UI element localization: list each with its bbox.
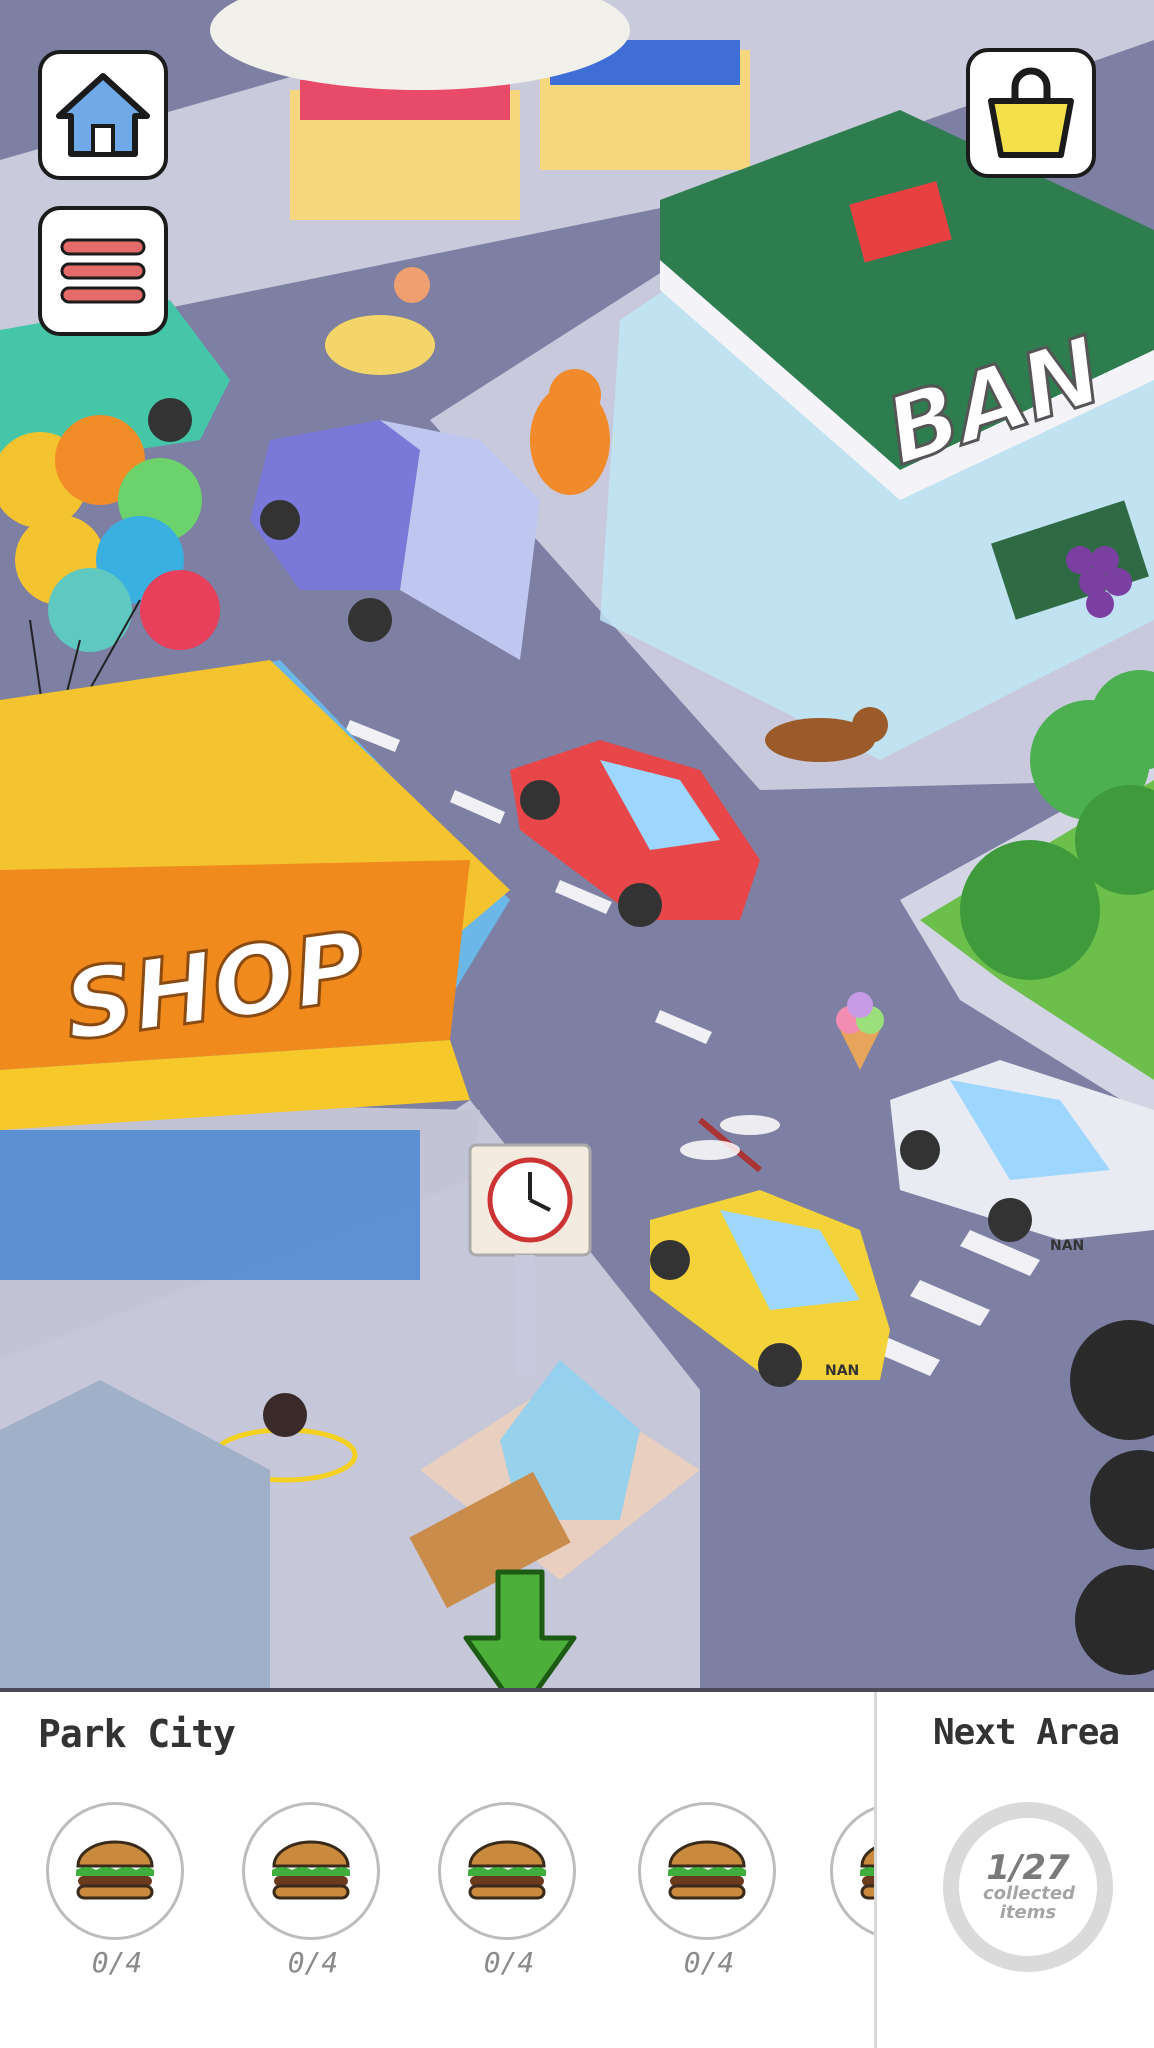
area-name: Park City — [38, 1712, 236, 1756]
item-count: 0/4 — [91, 1946, 143, 1979]
progress-ring: 1/27 collected items — [943, 1802, 1113, 1972]
home-button[interactable] — [38, 50, 168, 180]
item-slot[interactable]: 0/4 — [438, 1802, 580, 1979]
item-slot[interactable]: 0/4 — [638, 1802, 780, 1979]
item-circle — [242, 1802, 380, 1940]
item-circle — [638, 1802, 776, 1940]
shopping-bag-icon — [988, 67, 1074, 158]
burger-icon — [272, 1840, 350, 1900]
burger-icon — [76, 1840, 154, 1900]
hamburger-menu-icon — [60, 238, 146, 304]
item-circle — [438, 1802, 576, 1940]
item-count: 0/4 — [483, 1946, 535, 1979]
collection-panel: Park City 0/4 0/4 0/4 0/4 Next Area 1/27… — [0, 1688, 1154, 2048]
home-icon — [56, 73, 150, 157]
next-area-panel[interactable]: Next Area 1/27 collected items — [874, 1692, 1154, 2048]
menu-button[interactable] — [38, 206, 168, 336]
next-area-title: Next Area — [933, 1712, 1120, 1753]
arrow-down-icon — [463, 1569, 577, 1690]
item-slot[interactable]: 0/4 — [46, 1802, 188, 1979]
progress-label: collected items — [983, 1883, 1075, 1923]
item-slot[interactable]: 0/4 — [242, 1802, 384, 1979]
item-circle — [46, 1802, 184, 1940]
shop-button[interactable] — [966, 48, 1096, 178]
taxi-plate: NAN — [825, 1363, 859, 1379]
city-map[interactable]: BAN NAN NAN SHOP — [0, 0, 1154, 1690]
progress-count: 1/27 — [986, 1848, 1070, 1889]
burger-icon — [468, 1840, 546, 1900]
item-count: 0/4 — [683, 1946, 735, 1979]
car-plate: NAN — [1050, 1238, 1084, 1254]
item-count: 0/4 — [287, 1946, 339, 1979]
hint-arrow[interactable] — [460, 1568, 580, 1690]
burger-icon — [668, 1840, 746, 1900]
game-scene[interactable]: BAN NAN NAN SHOP — [0, 0, 1154, 1690]
